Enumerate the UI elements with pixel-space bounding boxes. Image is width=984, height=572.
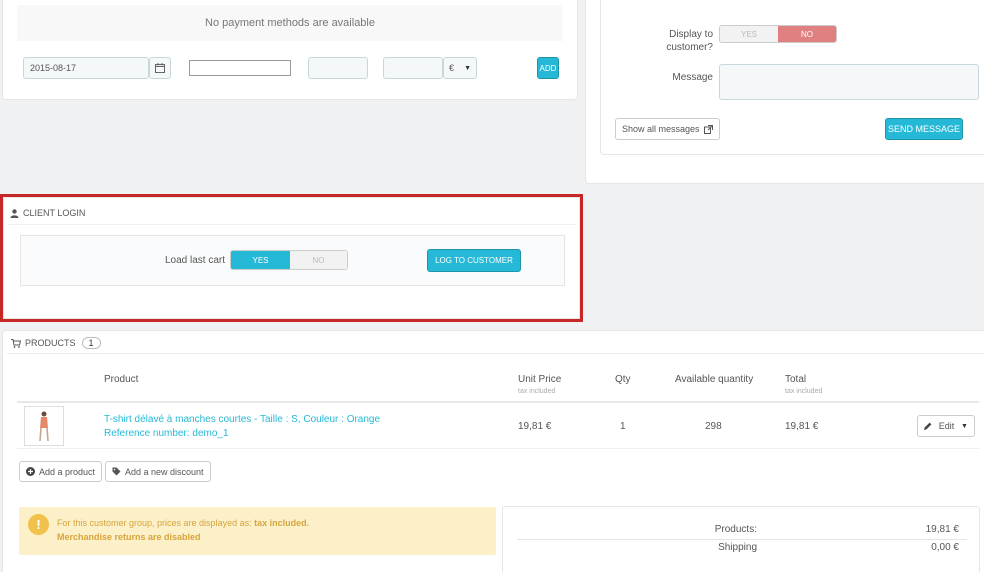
products-heading: PRODUCTS 1: [11, 337, 101, 349]
messages-panel: Display to customer? YES NO Message Show…: [585, 0, 984, 184]
payment-panel: No payment methods are available 2015-08…: [2, 0, 578, 100]
totals-box: Products: 19,81 € Shipping 0,00 €: [502, 506, 980, 572]
col-total: Total: [785, 374, 807, 385]
display-label-line1: Display to: [669, 29, 713, 40]
client-login-panel: CLIENT LOGIN Load last cart YES NO LOG T…: [3, 197, 580, 319]
add-payment-label: ADD: [539, 63, 557, 73]
totals-products-value: 19,81 €: [925, 524, 959, 535]
product-total: 19,81 €: [785, 421, 819, 432]
load-last-cart-no[interactable]: NO: [290, 251, 347, 269]
user-icon: [10, 208, 19, 218]
load-last-cart-yes[interactable]: YES: [231, 251, 290, 269]
col-unit-price: Unit Price: [518, 374, 562, 385]
product-qty: 1: [620, 421, 626, 432]
product-thumbnail[interactable]: [24, 406, 64, 446]
currency-value: €: [449, 63, 455, 73]
products-table-header: Product Unit Price tax included Qty Avai…: [17, 355, 979, 403]
tax-notice-strong: tax included.: [254, 518, 310, 528]
transaction-id-input[interactable]: [308, 57, 368, 79]
add-product-label: Add a product: [39, 466, 96, 477]
add-discount-label: Add a new discount: [125, 466, 204, 477]
col-product: Product: [104, 374, 139, 385]
load-last-cart-label: Load last cart: [165, 255, 226, 266]
payment-method-input[interactable]: [189, 60, 291, 76]
no-payment-bar: No payment methods are available: [17, 5, 563, 41]
load-last-cart-toggle[interactable]: YES NO: [230, 250, 348, 270]
add-payment-button[interactable]: ADD: [537, 57, 559, 79]
no-payment-text: No payment methods are available: [205, 17, 375, 29]
calendar-icon: [155, 63, 165, 73]
totals-shipping-label: Shipping: [718, 542, 757, 553]
send-message-label: SEND MESSAGE: [887, 124, 961, 134]
totals-divider: [517, 539, 967, 540]
client-login-heading: CLIENT LOGIN: [10, 208, 85, 218]
product-available: 298: [705, 421, 722, 432]
tax-notice-alert: ! For this customer group, prices are di…: [19, 507, 496, 555]
client-login-well: Load last cart YES NO LOG TO CUSTOMER: [20, 235, 565, 286]
display-toggle-no[interactable]: NO: [778, 26, 836, 42]
cart-icon: [11, 338, 21, 348]
totals-products-label: Products:: [714, 524, 757, 535]
display-label-line2: customer?: [666, 42, 713, 53]
log-to-customer-button[interactable]: LOG TO CUSTOMER: [427, 249, 521, 272]
tax-notice-line1: For this customer group, prices are disp…: [57, 518, 309, 528]
col-unit-price-sub: tax included: [518, 388, 556, 395]
currency-select[interactable]: € ▼: [443, 57, 477, 79]
payment-date-input[interactable]: 2015-08-17: [23, 57, 149, 79]
external-link-icon: [703, 124, 713, 134]
client-login-highlight: CLIENT LOGIN Load last cart YES NO LOG T…: [0, 194, 583, 322]
plus-circle-icon: [26, 467, 35, 476]
calendar-button[interactable]: [149, 57, 171, 79]
col-total-sub: tax included: [785, 388, 823, 395]
returns-disabled-text: Merchandise returns are disabled: [57, 532, 201, 542]
payment-date-value: 2015-08-17: [30, 63, 77, 73]
display-toggle[interactable]: YES NO: [719, 25, 837, 43]
display-to-customer-label: Display to customer?: [641, 28, 713, 54]
products-count-badge: 1: [81, 337, 101, 349]
products-divider: [7, 353, 984, 354]
pencil-icon: [924, 422, 932, 430]
client-login-title: CLIENT LOGIN: [23, 208, 86, 218]
col-available: Available quantity: [675, 374, 754, 385]
add-product-button[interactable]: Add a product: [19, 461, 103, 482]
caret-down-icon: ▼: [961, 422, 968, 430]
tshirt-model-image: [39, 411, 49, 442]
tag-icon: [112, 467, 121, 476]
products-panel: PRODUCTS 1 Product Unit Price tax includ…: [2, 330, 984, 572]
edit-product-button[interactable]: Edit ▼: [917, 415, 975, 437]
messages-inner: Display to customer? YES NO Message Show…: [600, 0, 984, 155]
add-discount-button[interactable]: Add a new discount: [105, 461, 211, 482]
tax-notice-prefix: For this customer group, prices are disp…: [57, 518, 255, 528]
product-unit-price: 19,81 €: [518, 421, 552, 432]
product-reference: Reference number: demo_1: [104, 428, 229, 439]
log-to-customer-label: LOG TO CUSTOMER: [435, 256, 513, 265]
caret-down-icon: ▼: [464, 64, 471, 72]
totals-shipping-value: 0,00 €: [931, 542, 959, 553]
amount-input[interactable]: [383, 57, 443, 79]
send-message-button[interactable]: SEND MESSAGE: [885, 118, 963, 140]
show-all-messages-button[interactable]: Show all messages: [615, 118, 720, 140]
show-all-messages-label: Show all messages: [622, 124, 700, 134]
message-label: Message: [672, 72, 713, 83]
display-toggle-yes[interactable]: YES: [720, 26, 778, 42]
message-textarea[interactable]: [719, 64, 979, 100]
col-qty: Qty: [615, 374, 631, 385]
product-name-link[interactable]: T-shirt délavé à manches courtes - Taill…: [104, 414, 380, 425]
products-title: PRODUCTS: [25, 338, 76, 348]
warning-icon: !: [28, 514, 49, 535]
table-row: T-shirt délavé à manches courtes - Taill…: [17, 403, 979, 449]
client-login-divider: [8, 224, 576, 225]
edit-label: Edit: [938, 421, 955, 431]
